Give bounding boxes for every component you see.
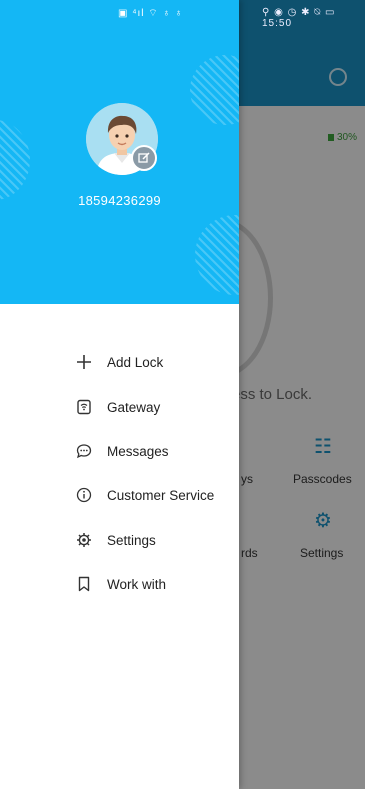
menu-item-work-with[interactable]: Work with (75, 572, 166, 596)
menu-label: Settings (107, 532, 156, 548)
menu-label: Customer Service (107, 487, 215, 503)
navigation-drawer: 18594236299 Add Lock Gateway Messages Cu… (0, 0, 239, 789)
gateway-icon (75, 398, 93, 416)
menu-item-settings[interactable]: Settings (75, 528, 156, 552)
menu-label: Gateway (107, 399, 161, 415)
message-icon (75, 442, 93, 460)
menu-item-gateway[interactable]: Gateway (75, 395, 160, 419)
menu-item-add-lock[interactable]: Add Lock (75, 350, 163, 374)
gear-icon (75, 531, 93, 549)
menu-item-customer-service[interactable]: Customer Service (75, 483, 214, 507)
decor-circle (190, 55, 239, 125)
status-right-text: ⚲ ◉ ◷ ✱ ⍉ ▭ 15:50 (262, 7, 336, 29)
phone-number: 18594236299 (78, 193, 161, 208)
decor-circle (195, 215, 239, 295)
menu-label: Messages (107, 443, 169, 459)
bookmark-icon (75, 575, 93, 593)
plus-icon (75, 353, 93, 371)
menu-label: Add Lock (107, 354, 164, 370)
decor-circle (0, 120, 30, 200)
drawer-header: 18594236299 (0, 0, 239, 304)
menu-item-messages[interactable]: Messages (75, 439, 169, 463)
status-left-icons: ▣ ⁴ıl ⌔ ♁ ♁ (118, 8, 184, 19)
status-bar: ▣ ⁴ıl ⌔ ♁ ♁ ⚲ ◉ ◷ ✱ ⍉ ▭ 15:50 (0, 0, 365, 29)
edit-profile-icon[interactable] (131, 145, 157, 171)
info-icon (75, 486, 93, 504)
menu-label: Work with (107, 576, 167, 592)
